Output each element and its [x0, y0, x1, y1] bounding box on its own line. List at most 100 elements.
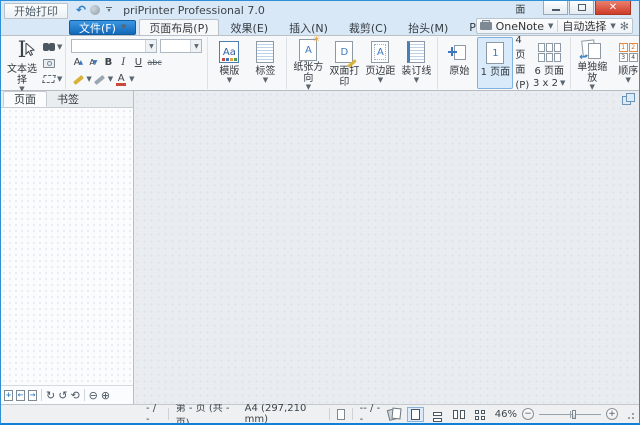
lasso-select-icon — [42, 75, 56, 83]
sidebar-tabs: 页面 书签 — [1, 91, 133, 108]
duplex-label: 双面打印 — [329, 66, 360, 88]
duplex-button[interactable]: D 双面打印 — [326, 37, 362, 89]
start-print-label: 开始打印 — [14, 4, 58, 18]
qat-customize-icon[interactable]: ▾ — [104, 7, 114, 14]
region-select-button[interactable]: ▼ — [42, 72, 62, 86]
file-menu-label: 文件(F) — [79, 21, 116, 35]
cursor-arrow-icon — [25, 43, 35, 56]
rotate-cw-icon[interactable]: ↻ — [46, 390, 55, 401]
insert-page-before-icon[interactable]: ← — [16, 389, 25, 401]
minimize-button[interactable] — [543, 1, 568, 15]
chevron-down-icon: ▼ — [120, 23, 127, 31]
gear-icon[interactable]: ✻ — [620, 21, 629, 32]
highlight-button[interactable] — [71, 73, 85, 87]
printer-dropdown-icon[interactable]: ▼ — [548, 22, 553, 30]
page-options-icon[interactable] — [622, 93, 636, 106]
one-page-button[interactable]: 1 1 页面 — [477, 37, 514, 89]
divider — [167, 408, 169, 420]
individual-zoom-button[interactable]: ↩ 单独缩放 ▼ — [574, 37, 610, 91]
continuous-view-icon — [432, 412, 442, 416]
view-facing-button[interactable] — [451, 407, 468, 422]
view-thumbnails-button[interactable] — [473, 407, 490, 422]
eraser-icon — [94, 74, 106, 85]
chevron-down-icon[interactable]: ▼ — [190, 40, 202, 52]
paper-mode[interactable]: 自动选择 — [562, 18, 606, 34]
bold-button[interactable]: B — [101, 56, 115, 70]
pages-options-column: 2 页面(P) 4 页面(P) 6 页面(P) — [513, 5, 531, 151]
zoom-in-icon[interactable]: ⊕ — [101, 390, 110, 401]
text-select-button[interactable]: I 文本选择 ▼ — [4, 37, 40, 93]
tab-effects[interactable]: 效果(E) — [222, 19, 278, 35]
tab-label: 插入(N) — [289, 21, 328, 35]
six-pages-grid-button[interactable]: 6 页面 3 x 2 ▼ — [531, 37, 567, 89]
tab-header[interactable]: 抬头(M) — [399, 19, 457, 35]
chevron-down-icon[interactable]: ▼ — [129, 76, 134, 83]
divider — [557, 20, 559, 32]
insert-page-after-icon[interactable]: → — [28, 389, 37, 401]
undo-icon[interactable]: ↶ — [76, 4, 86, 16]
strikethrough-button[interactable]: abc — [146, 56, 162, 70]
redo-icon[interactable] — [90, 5, 101, 15]
font-color-button[interactable]: A — [114, 73, 128, 87]
find-button[interactable]: ▼ — [43, 40, 62, 54]
tab-label: 抬头(M) — [408, 21, 449, 35]
paper-mode-dropdown-icon[interactable]: ▼ — [610, 22, 615, 30]
tab-insert[interactable]: 插入(N) — [280, 19, 337, 35]
orientation-button[interactable]: A ☀ 纸张方向 ▼ — [290, 35, 326, 91]
zoom-in-button[interactable]: + — [606, 408, 618, 420]
grow-font-button[interactable]: A ▲ — [71, 56, 85, 70]
zoom-slider[interactable] — [539, 408, 601, 421]
multi-page-preview-icon[interactable] — [386, 407, 402, 421]
page-thumbnails-panel[interactable] — [1, 108, 133, 385]
add-page-icon[interactable]: + — [4, 389, 13, 401]
paper-size: A4 (297,210 mm) — [244, 403, 307, 425]
sidebar-tab-bookmarks[interactable]: 书签 — [47, 91, 89, 107]
close-icon: ✕ — [608, 1, 618, 13]
chevron-down-icon: ▼ — [226, 76, 233, 84]
italic-button[interactable]: I — [116, 56, 130, 70]
chevron-down-icon: ▼ — [413, 76, 420, 84]
preview-canvas[interactable] — [134, 91, 639, 404]
close-button[interactable]: ✕ — [595, 1, 631, 15]
zoom-slider-thumb[interactable] — [572, 409, 577, 419]
quick-access-toolbar: ↶ ▾ — [76, 4, 114, 16]
chevron-down-icon[interactable]: ▼ — [108, 76, 113, 83]
chevron-down-icon[interactable]: ▼ — [86, 76, 91, 83]
file-menu-button[interactable]: 文件(F) ▼ — [69, 20, 137, 35]
rotate-ccw-icon[interactable]: ↺ — [58, 390, 67, 401]
snapshot-button[interactable] — [43, 56, 62, 70]
font-name-combobox[interactable]: ▼ — [71, 39, 158, 53]
main-area: 页面 书签 + ← → ↻ ↺ ⟲ ⊖ ⊕ — [1, 91, 639, 404]
maximize-button[interactable] — [569, 1, 594, 15]
view-continuous-button[interactable] — [429, 407, 446, 422]
template-button[interactable]: Aa 模版 ▼ — [211, 37, 247, 89]
divider — [83, 389, 85, 401]
printer-name[interactable]: OneNote — [496, 20, 544, 33]
view-single-page-button[interactable] — [406, 406, 424, 422]
gutter-button[interactable]: 装订线 ▼ — [398, 37, 434, 89]
resize-grip-icon[interactable] — [625, 410, 634, 419]
font-size-combobox[interactable]: ▼ — [160, 39, 203, 53]
four-pages-button[interactable]: 4 页面(P) — [513, 33, 531, 93]
zoom-out-button[interactable]: − — [522, 408, 534, 420]
sidebar-toolbar: + ← → ↻ ↺ ⟲ ⊖ ⊕ — [1, 385, 133, 404]
clear-format-button[interactable] — [93, 73, 107, 87]
group-page-setup: A ☀ 纸张方向 ▼ D 双面打印 A 页边距 ▼ 装订线 ▼ — [287, 35, 439, 91]
zoom-out-icon[interactable]: ⊖ — [89, 390, 98, 401]
orientation-label: 纸张方向 — [293, 62, 324, 84]
tag-button[interactable]: 标签 ▼ — [247, 37, 283, 89]
margins-button[interactable]: A 页边距 ▼ — [362, 37, 398, 89]
tab-crop[interactable]: 裁剪(C) — [340, 19, 396, 35]
shrink-font-button[interactable]: A ▼ — [86, 56, 100, 70]
template-icon: Aa — [219, 41, 240, 63]
order-icon: 12 34 — [618, 42, 638, 62]
underline-button[interactable]: U — [131, 56, 145, 70]
sidebar-tab-pages[interactable]: 页面 — [3, 91, 47, 107]
camera-icon — [43, 58, 55, 68]
order-button[interactable]: 12 34 顺序 ▼ — [610, 37, 639, 89]
rotate-180-icon[interactable]: ⟲ — [70, 390, 79, 401]
original-button[interactable]: 原始 — [441, 37, 477, 89]
tab-page-layout[interactable]: 页面布局(P) — [139, 19, 219, 35]
start-print-button[interactable]: 开始打印 — [4, 2, 68, 19]
chevron-down-icon[interactable]: ▼ — [145, 40, 157, 52]
